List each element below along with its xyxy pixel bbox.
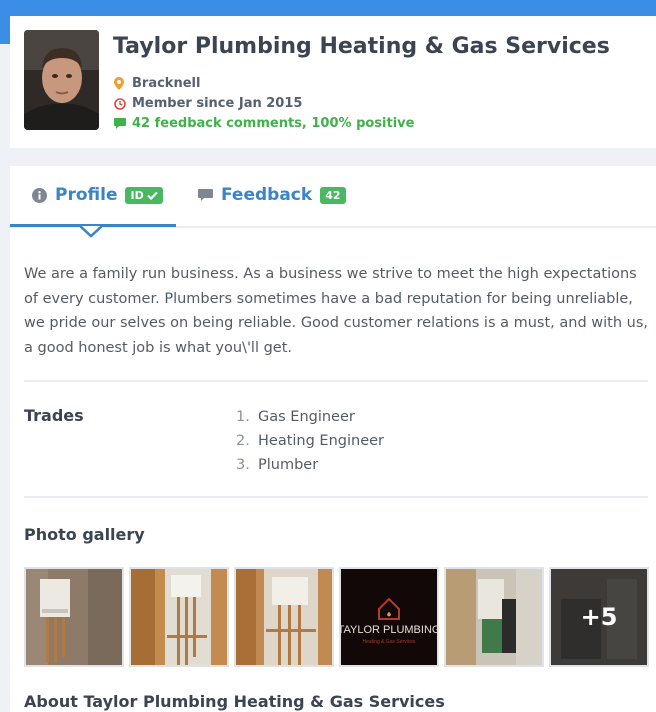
trade-number: 2. xyxy=(236,433,250,449)
gallery-logo-subtext: Heating & Gas Services xyxy=(362,639,416,645)
profile-tabs: Profile ID Feedback 42 xyxy=(10,166,656,238)
photo-gallery-heading: Photo gallery xyxy=(24,525,145,544)
info-circle-icon xyxy=(32,187,47,203)
location-text: Bracknell xyxy=(132,76,201,91)
map-pin-icon xyxy=(114,77,132,90)
trade-number: 3. xyxy=(236,457,250,473)
gallery-logo-text: TAYLOR PLUMBING xyxy=(341,624,437,636)
more-photos-count[interactable]: +5 xyxy=(551,569,647,665)
trade-item: 2. Heating Engineer xyxy=(236,429,384,453)
avatar xyxy=(24,30,99,130)
member-since-row: Member since Jan 2015 xyxy=(114,96,302,111)
id-badge-text: ID xyxy=(130,188,144,202)
about-heading: About Taylor Plumbing Heating & Gas Serv… xyxy=(24,692,445,711)
tab-feedback[interactable]: Feedback 42 xyxy=(198,185,346,205)
comment-icon xyxy=(198,188,213,202)
member-since-text: Member since Jan 2015 xyxy=(132,96,303,111)
feedback-summary-row[interactable]: 42 feedback comments, 100% positive xyxy=(114,116,414,131)
tab-feedback-label[interactable]: Feedback xyxy=(221,185,312,205)
trade-name: Plumber xyxy=(258,457,319,473)
feedback-count-badge: 42 xyxy=(320,186,346,204)
check-icon xyxy=(146,191,158,200)
trades-list: 1. Gas Engineer 2. Heating Engineer 3. P… xyxy=(236,405,384,477)
clock-icon xyxy=(114,97,132,110)
profile-card: Profile ID Feedback 42 We are a family r… xyxy=(10,166,656,712)
trade-number: 1. xyxy=(236,409,250,425)
gallery-photo-3[interactable] xyxy=(234,567,334,667)
section-divider xyxy=(24,380,648,382)
location-row: Bracknell xyxy=(114,76,200,91)
trades-heading: Trades xyxy=(24,406,84,425)
trade-item: 3. Plumber xyxy=(236,453,384,477)
gallery-more-photos[interactable]: +5 xyxy=(549,567,649,667)
business-name: Taylor Plumbing Heating & Gas Services xyxy=(113,34,610,59)
section-divider xyxy=(24,496,648,498)
gallery-photo-4-logo[interactable]: TAYLOR PLUMBING Heating & Gas Services xyxy=(339,567,439,667)
active-tab-caret xyxy=(80,226,102,238)
photo-gallery: TAYLOR PLUMBING Heating & Gas Services +… xyxy=(24,567,654,667)
gallery-photo-1[interactable] xyxy=(24,567,124,667)
business-header: Taylor Plumbing Heating & Gas Services B… xyxy=(10,16,656,148)
feedback-summary-text[interactable]: 42 feedback comments, 100% positive xyxy=(132,116,414,131)
tab-profile[interactable]: Profile ID xyxy=(32,185,163,205)
trade-item: 1. Gas Engineer xyxy=(236,405,384,429)
gallery-photo-5[interactable] xyxy=(444,567,544,667)
trade-name: Gas Engineer xyxy=(258,409,355,425)
business-description: We are a family run business. As a busin… xyxy=(24,266,648,356)
gallery-photo-2[interactable] xyxy=(129,567,229,667)
comment-icon xyxy=(114,118,132,129)
tab-profile-label[interactable]: Profile xyxy=(55,185,117,205)
id-verified-badge: ID xyxy=(125,186,163,204)
trade-name: Heating Engineer xyxy=(258,433,385,449)
